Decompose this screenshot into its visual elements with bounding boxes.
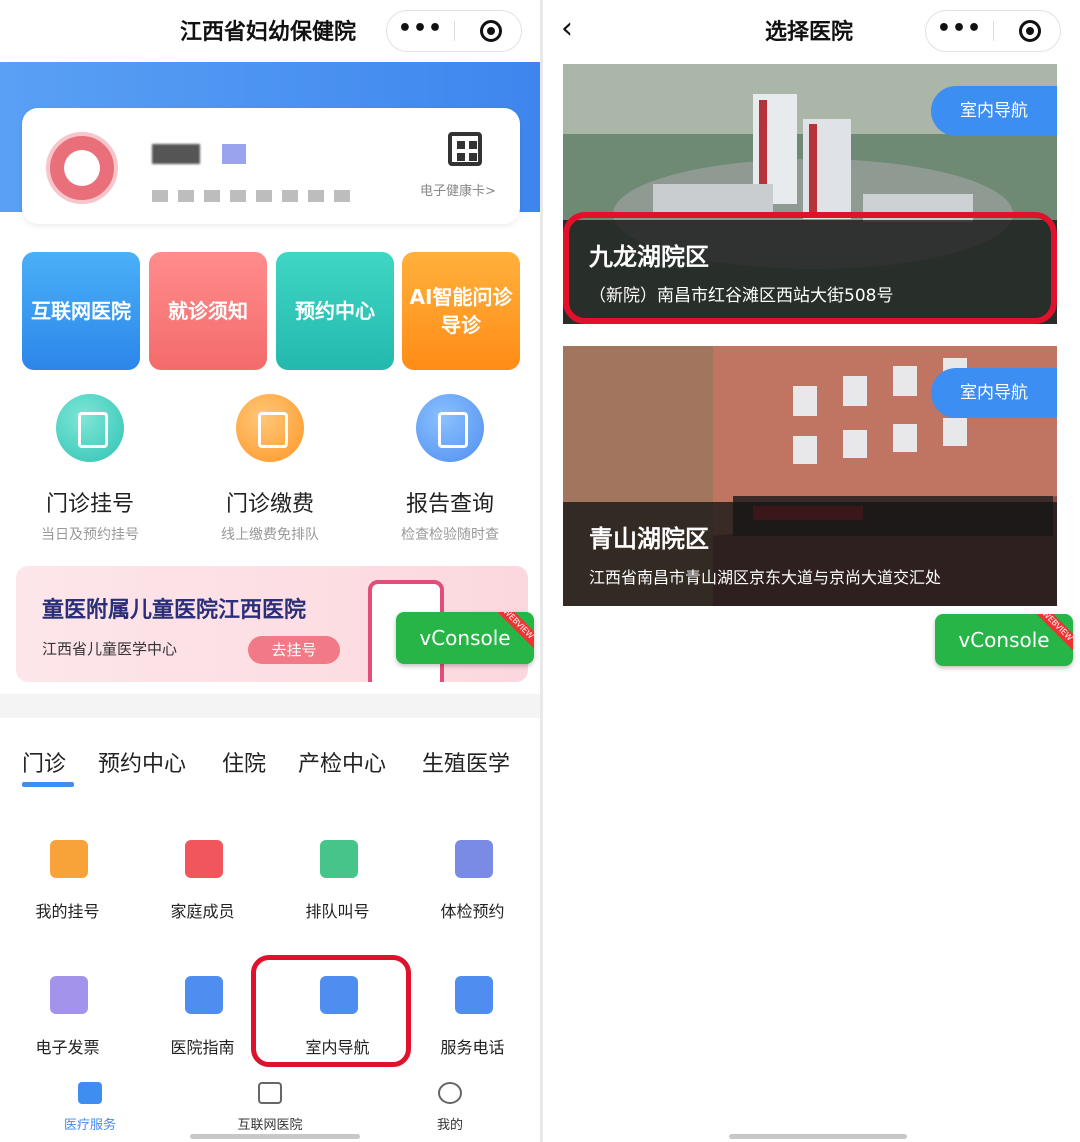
category-tabs: 门诊 预约中心 住院 产检中心 生殖医学	[22, 746, 532, 790]
home-indicator	[190, 1134, 360, 1139]
close-target-button[interactable]	[1019, 20, 1041, 42]
tabbar-label: 互联网医院	[237, 1118, 303, 1133]
highlight-indoor-navigation	[251, 955, 411, 1067]
home-indicator	[729, 1134, 907, 1139]
grid-label: 服务电话	[440, 1038, 505, 1057]
service-title: 门诊挂号	[45, 492, 134, 517]
tab-reproductive[interactable]: 生殖医学	[422, 746, 510, 778]
banner-subtitle: 江西省儿童医学中心	[42, 640, 178, 658]
grid-label: 医院指南	[170, 1038, 235, 1057]
grid-service-phone[interactable]: 服务电话	[405, 976, 540, 1066]
bottom-tab-bar: 医疗服务 互联网医院 我的	[0, 1072, 540, 1142]
capsule-divider	[993, 21, 994, 41]
tile-internet-hospital[interactable]: 互联网医院	[22, 252, 140, 370]
hospital-building-icon	[185, 976, 223, 1014]
grid-label: 电子发票	[35, 1038, 100, 1057]
service-subtitle: 线上缴费免排队	[221, 527, 319, 543]
hospital-name: 青山湖院区	[589, 525, 709, 553]
tabbar-mine[interactable]: 我的	[360, 1072, 540, 1142]
grid-queue-call[interactable]: 排队叫号	[270, 840, 405, 930]
grid-hospital-guide[interactable]: 医院指南	[135, 976, 270, 1066]
banner-register-button[interactable]: 去挂号	[248, 636, 340, 664]
person-icon	[50, 840, 88, 878]
tile-visit-notice[interactable]: 就诊须知	[149, 252, 267, 370]
medical-kit-icon	[78, 1082, 102, 1104]
grid-label: 体检预约	[440, 902, 505, 921]
id-card-icon	[185, 840, 223, 878]
money-bag-icon	[236, 394, 304, 462]
fitness-icon	[455, 840, 493, 878]
blurred-id	[152, 190, 352, 202]
vconsole-button[interactable]: vConsole	[396, 612, 534, 664]
active-tab-indicator	[22, 782, 74, 787]
qr-code-icon[interactable]	[448, 132, 482, 166]
caller-icon	[320, 840, 358, 878]
main-services: 门诊挂号 当日及预约挂号 门诊缴费 线上缴费免排队 报告查询 检查检验随时查	[0, 390, 540, 550]
more-menu-button[interactable]: •••	[387, 11, 454, 51]
grid-e-invoice[interactable]: 电子发票	[0, 976, 135, 1066]
calendar-clock-icon	[56, 394, 124, 462]
mini-program-capsule: •••	[925, 10, 1061, 52]
profile-card[interactable]: 电子健康卡>	[22, 108, 520, 224]
vconsole-button[interactable]: vConsole	[935, 614, 1073, 666]
service-subtitle: 检查检验随时查	[401, 527, 499, 543]
banner-title: 童医附属儿童医院江西医院	[42, 598, 307, 623]
tab-outpatient[interactable]: 门诊	[22, 746, 66, 778]
service-payment[interactable]: 门诊缴费 线上缴费免排队	[180, 390, 360, 550]
back-chevron-icon[interactable]: ‹	[561, 14, 573, 44]
page-title: 江西省妇幼保健院	[180, 20, 357, 45]
service-title: 门诊缴费	[225, 492, 314, 517]
more-menu-button[interactable]: •••	[926, 11, 993, 51]
hospital-logo	[46, 132, 118, 204]
map-pin-icon	[455, 976, 493, 1014]
nav-bar: ‹ 选择医院 •••	[543, 0, 1080, 62]
home-screen: 江西省妇幼保健院 ••• 电子健康卡> 互联网医院 就诊须知 预约中心 AI智能…	[0, 0, 540, 1142]
tile-appointment-center[interactable]: 预约中心	[276, 252, 394, 370]
indoor-nav-button[interactable]: 室内导航	[931, 86, 1057, 136]
grid-checkup-booking[interactable]: 体检预约	[405, 840, 540, 930]
close-target-button[interactable]	[480, 20, 502, 42]
highlight-jiulonghu	[563, 212, 1057, 324]
capsule-divider	[454, 21, 455, 41]
grid-my-registration[interactable]: 我的挂号	[0, 840, 135, 930]
grid-family-members[interactable]: 家庭成员	[135, 840, 270, 930]
section-divider	[0, 694, 540, 718]
tab-prenatal[interactable]: 产检中心	[298, 746, 386, 778]
hospital-card-qingshanhu[interactable]: 青山湖院区 江西省南昌市青山湖区京东大道与京尚大道交汇处 室内导航	[563, 346, 1057, 606]
card-caption-overlay	[563, 502, 1057, 606]
page-title: 选择医院	[765, 20, 854, 45]
tabbar-label: 我的	[436, 1118, 463, 1133]
tab-appointment[interactable]: 预约中心	[98, 746, 186, 778]
service-subtitle: 当日及预约挂号	[41, 527, 139, 543]
indoor-nav-button[interactable]: 室内导航	[931, 368, 1057, 418]
blurred-name	[152, 144, 200, 164]
tile-ai-triage[interactable]: AI智能问诊导诊	[402, 252, 520, 370]
report-search-icon	[416, 394, 484, 462]
tab-inpatient[interactable]: 住院	[222, 746, 266, 778]
invoice-icon	[50, 976, 88, 1014]
quick-tiles: 互联网医院 就诊须知 预约中心 AI智能问诊导诊	[22, 252, 520, 370]
grid-label: 我的挂号	[35, 902, 100, 921]
mini-program-capsule: •••	[386, 10, 522, 52]
tabbar-internet-hospital[interactable]: 互联网医院	[180, 1072, 360, 1142]
pulse-monitor-icon	[258, 1082, 282, 1104]
tabbar-medical-services[interactable]: 医疗服务	[0, 1072, 180, 1142]
blurred-badge	[222, 144, 246, 164]
user-icon	[438, 1082, 462, 1104]
grid-label: 家庭成员	[170, 902, 235, 921]
grid-label: 排队叫号	[305, 902, 370, 921]
health-card-link[interactable]: 电子健康卡>	[420, 180, 496, 199]
select-hospital-screen: ‹ 选择医院 ••• 九龙湖院区 （新院）南昌市红谷滩区西站大街508号 室内导…	[543, 0, 1080, 1142]
service-registration[interactable]: 门诊挂号 当日及预约挂号	[0, 390, 180, 550]
tabbar-label: 医疗服务	[63, 1118, 116, 1133]
nav-bar: 江西省妇幼保健院 •••	[0, 0, 540, 62]
service-title: 报告查询	[405, 492, 494, 517]
service-report[interactable]: 报告查询 检查检验随时查	[360, 390, 540, 550]
hospital-address: 江西省南昌市青山湖区京东大道与京尚大道交汇处	[589, 568, 942, 587]
